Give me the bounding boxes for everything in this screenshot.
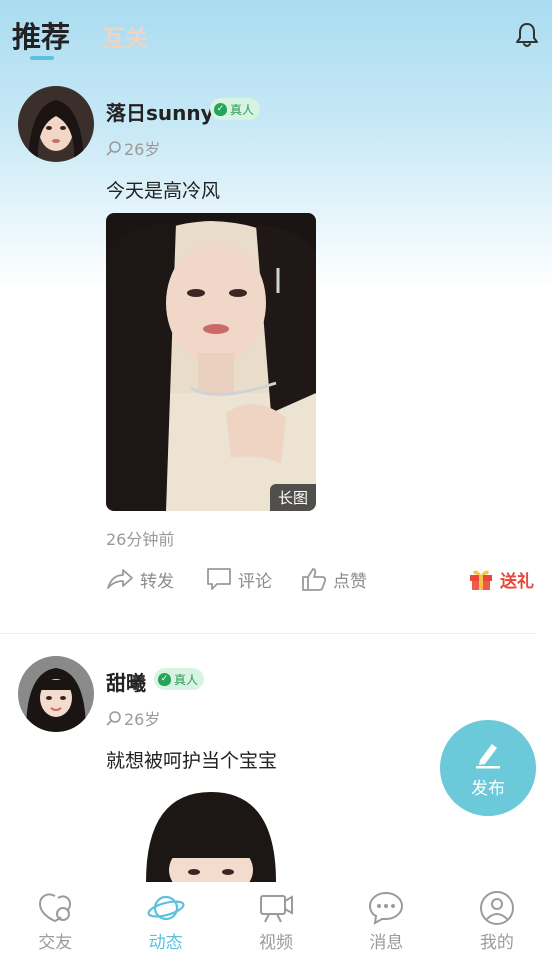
video-icon (260, 894, 294, 922)
nav-item-friends[interactable]: 交友 (0, 882, 110, 960)
post-divider (0, 633, 535, 634)
user-meta: 26岁 (106, 136, 160, 160)
avatar[interactable] (18, 656, 94, 732)
gender-icon (106, 141, 121, 156)
age-label: 26岁 (124, 140, 161, 159)
post-time: 26分钟前 (106, 530, 175, 549)
gift-button[interactable]: 送礼 (468, 566, 534, 592)
share-icon (107, 569, 133, 589)
nav-item-profile[interactable]: 我的 (442, 882, 552, 960)
verified-label: 真人 (174, 672, 199, 687)
profile-icon (479, 890, 514, 925)
bell-icon[interactable] (512, 20, 542, 50)
nav-item-messages[interactable]: 消息 (331, 882, 441, 960)
pen-icon (476, 743, 500, 768)
portrait-image (106, 213, 316, 511)
tab-recommend[interactable]: 推荐 (12, 14, 70, 56)
user-meta: 26岁 (106, 706, 160, 730)
shield-check-icon: ✓ (214, 102, 227, 116)
publish-button[interactable]: 发布 (440, 720, 536, 816)
gender-icon (106, 711, 121, 726)
gift-icon (470, 570, 492, 590)
verified-label: 真人 (230, 102, 255, 117)
avatar[interactable] (18, 86, 94, 162)
publish-label: 发布 (471, 778, 505, 799)
tab-mutual-follow[interactable]: 互关 (102, 19, 148, 53)
planet-icon (147, 895, 185, 920)
post-photo[interactable]: 长图 (106, 213, 316, 511)
message-icon (369, 891, 404, 925)
nav-item-video[interactable]: 视频 (221, 882, 331, 960)
comment-button[interactable]: 评论 (206, 566, 272, 592)
long-image-tag: 长图 (269, 484, 316, 511)
top-header: 推荐 互关 (0, 0, 552, 64)
active-tab-indicator (30, 56, 54, 60)
shield-check-icon: ✓ (158, 672, 171, 686)
nav-item-moments[interactable]: 动态 (110, 882, 220, 960)
post-text: 就想被呵护当个宝宝 (106, 750, 278, 772)
verified-badge: ✓ 真人 (154, 668, 205, 690)
like-button[interactable]: 点赞 (301, 566, 367, 592)
age-label: 26岁 (124, 710, 161, 729)
username[interactable]: 落日sunny (106, 97, 214, 126)
verified-badge: ✓ 真人 (210, 98, 261, 120)
share-button[interactable]: 转发 (106, 566, 174, 592)
username[interactable]: 甜曦 (106, 667, 146, 696)
comment-icon (207, 568, 231, 590)
thumbs-up-icon (302, 568, 327, 591)
portrait-image (106, 788, 316, 882)
post-photo[interactable] (106, 788, 316, 882)
post-text: 今天是高冷风 (106, 180, 221, 202)
heart-chat-icon (39, 892, 72, 922)
bottom-navigation: 交友 动态 视频 消息 我的 (0, 882, 552, 960)
